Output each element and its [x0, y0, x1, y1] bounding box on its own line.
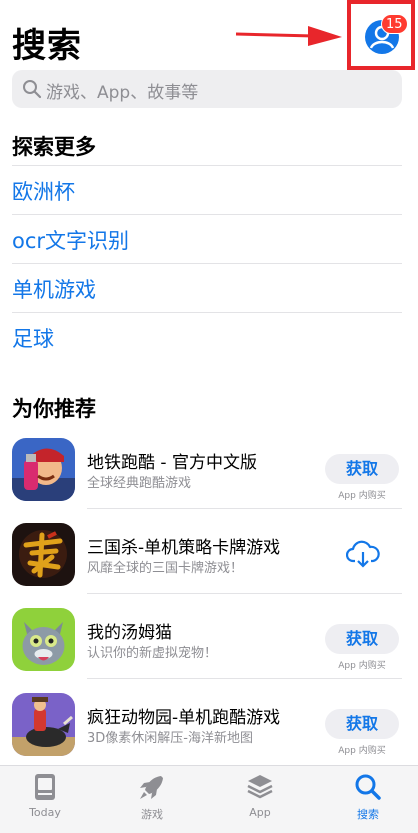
tab-apps[interactable]: App — [220, 772, 300, 819]
app-name[interactable]: 地铁跑酷 - 官方中文版 — [87, 448, 257, 473]
divider — [12, 263, 402, 264]
tab-label: Today — [29, 806, 61, 819]
in-app-purchase-label: App 内购买 — [338, 661, 386, 671]
explore-item[interactable]: 欧洲杯 — [12, 176, 75, 206]
rodeo-stampede-app-icon[interactable] — [12, 693, 75, 756]
tab-label: 搜索 — [357, 808, 379, 821]
divider — [87, 508, 402, 509]
divider — [12, 165, 402, 166]
app-subtitle: 3D像素休闲解压-海洋新地图 — [87, 731, 253, 746]
get-button[interactable]: 获取 — [325, 454, 399, 484]
app-subtitle: 全球经典跑酷游戏 — [87, 476, 192, 491]
tab-label: 游戏 — [141, 808, 163, 821]
app-subtitle: 认识你的新虚拟宠物！ — [87, 646, 218, 661]
divider — [87, 593, 402, 594]
talking-tom-app-icon[interactable] — [12, 608, 75, 671]
explore-item[interactable]: 足球 — [12, 323, 54, 353]
tab-today[interactable]: Today — [5, 772, 85, 819]
app-name[interactable]: 疯狂动物园-单机跑酷游戏 — [87, 703, 280, 728]
explore-item[interactable]: ocr文字识别 — [12, 225, 129, 255]
sanguosha-app-icon[interactable] — [12, 523, 75, 586]
explore-item[interactable]: 单机游戏 — [12, 274, 96, 304]
rocket-icon — [140, 776, 163, 799]
search-input[interactable]: 游戏、App、故事等 — [12, 70, 402, 108]
in-app-purchase-label: App 内购买 — [338, 491, 386, 501]
tab-search[interactable]: 搜索 — [328, 772, 408, 822]
cloud-download-icon[interactable] — [346, 539, 380, 569]
search-placeholder: 游戏、App、故事等 — [46, 83, 199, 103]
search-icon — [355, 774, 381, 800]
divider — [12, 214, 402, 215]
today-icon — [35, 774, 55, 800]
in-app-purchase-label: App 内购买 — [338, 746, 386, 756]
red-arrow-annotation — [235, 26, 342, 46]
app-subtitle: 风靡全球的三国卡牌游戏！ — [87, 561, 244, 576]
layers-icon — [247, 775, 273, 799]
notification-badge: 15 — [381, 14, 408, 34]
divider — [12, 312, 402, 313]
page-title: 搜索 — [12, 26, 82, 66]
app-name[interactable]: 我的汤姆猫 — [87, 618, 172, 643]
recommend-section-title: 为你推荐 — [12, 397, 96, 421]
get-button[interactable]: 获取 — [325, 709, 399, 739]
divider — [87, 678, 402, 679]
get-button[interactable]: 获取 — [325, 624, 399, 654]
magnifier-icon — [23, 80, 42, 99]
subway-surfers-app-icon[interactable] — [12, 438, 75, 501]
explore-section-title: 探索更多 — [12, 135, 96, 159]
tab-games[interactable]: 游戏 — [112, 772, 192, 822]
app-name[interactable]: 三国杀-单机策略卡牌游戏 — [87, 533, 280, 558]
tab-bar: Today 游戏 App 搜索 — [0, 765, 418, 833]
tab-label: App — [249, 806, 271, 819]
